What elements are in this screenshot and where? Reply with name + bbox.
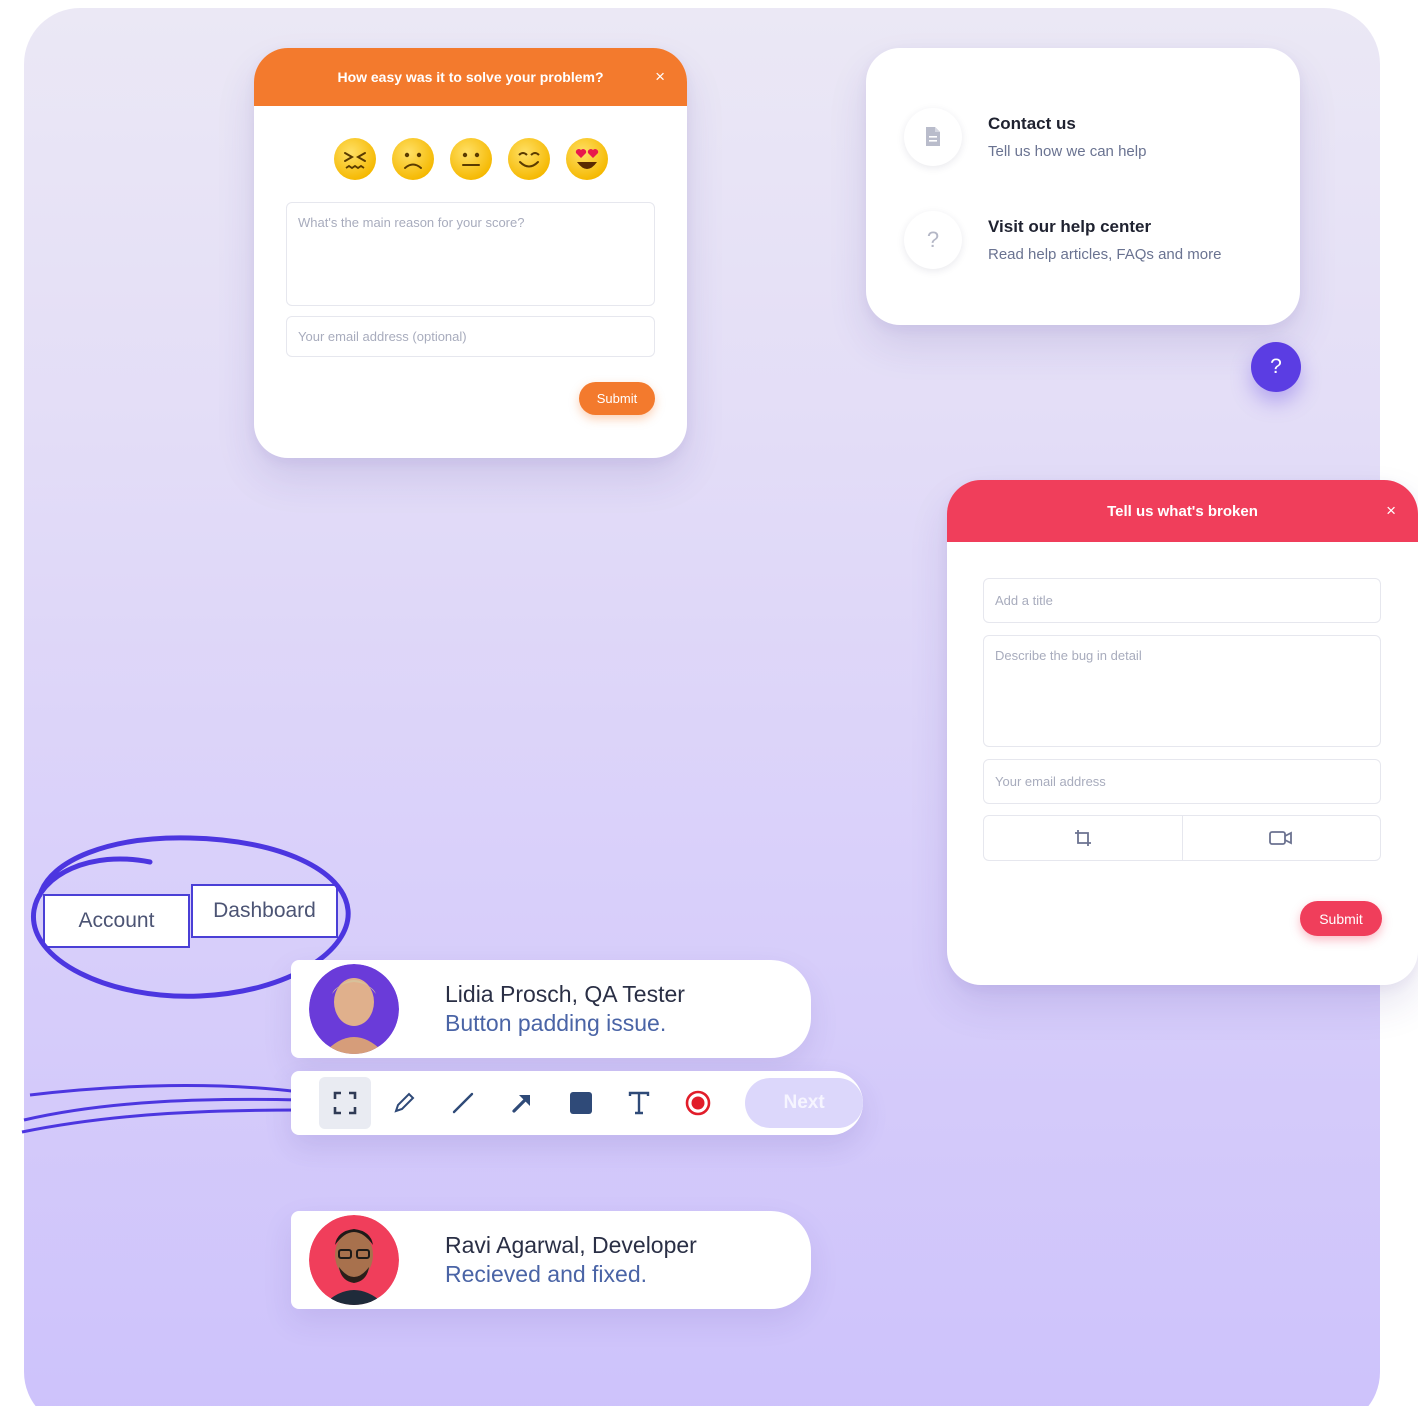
pen-icon [394,1092,415,1113]
bug-close-icon[interactable]: × [1386,501,1396,521]
emoji-rating [254,138,687,180]
rectangle-tool[interactable] [555,1077,607,1129]
next-button[interactable]: Next [745,1078,863,1128]
attachment-options [983,815,1381,861]
video-icon [1269,831,1293,845]
help-center-subtitle: Read help articles, FAQs and more [988,246,1222,263]
document-icon [904,108,962,166]
neutral-emoji[interactable] [449,138,492,180]
comment-message: Recieved and fixed. [445,1261,648,1287]
bug-report-title: Tell us what's broken [1107,502,1258,520]
comment-author: Ravi Agarwal, Developer [445,1232,697,1258]
select-area-icon [333,1091,357,1115]
optional-email-input[interactable]: Your email address (optional) [286,316,655,357]
bug-report-card: Tell us what's broken × Add a title Desc… [947,480,1418,985]
survey-close-icon[interactable]: × [655,67,665,87]
contact-us-item[interactable]: Contact us Tell us how we can help [904,108,1146,166]
happy-emoji[interactable] [507,138,550,180]
annotation-toolbar: Next [291,1071,863,1135]
survey-title: How easy was it to solve your problem? [337,69,604,85]
help-center-title: Visit our help center [988,217,1152,236]
bug-description-textarea[interactable]: Describe the bug in detail [983,635,1381,747]
avatar [309,964,399,1054]
record-icon [685,1090,711,1116]
line-tool[interactable] [437,1077,489,1129]
comment-message: Button padding issue. [445,1010,667,1036]
comment-author: Lidia Prosch, QA Tester [445,981,685,1007]
comment-card: Ravi Agarwal, Developer Recieved and fix… [291,1211,811,1309]
survey-header: How easy was it to solve your problem? × [254,48,687,106]
tab-account[interactable]: Account [43,894,190,948]
very-hard-emoji[interactable] [333,138,376,180]
contact-us-subtitle: Tell us how we can help [988,143,1147,160]
crop-icon [1074,830,1091,846]
sad-emoji[interactable] [391,138,434,180]
line-icon [452,1092,473,1114]
bug-title-input[interactable]: Add a title [983,578,1381,623]
screenshot-crop-button[interactable] [984,816,1182,860]
text-tool[interactable] [613,1077,665,1129]
bug-email-input[interactable]: Your email address [983,759,1381,804]
bug-report-header: Tell us what's broken × [947,480,1418,542]
bug-submit-button[interactable]: Submit [1300,901,1382,936]
arrow-icon [512,1095,530,1113]
reason-textarea[interactable]: What's the main reason for your score? [286,202,655,306]
text-icon [629,1091,650,1115]
select-area-tool[interactable] [319,1077,371,1129]
contact-us-title: Contact us [988,114,1076,133]
video-record-button[interactable] [1181,816,1381,860]
rectangle-icon [569,1092,592,1114]
tab-dashboard[interactable]: Dashboard [191,884,338,938]
survey-submit-button[interactable]: Submit [579,382,655,415]
pen-tool[interactable] [378,1077,430,1129]
record-tool[interactable] [672,1077,724,1129]
question-icon: ? [904,211,962,269]
help-center-item[interactable]: ? Visit our help center Read help articl… [904,211,1221,269]
help-button[interactable]: ? [1251,342,1301,392]
comment-card: Lidia Prosch, QA Tester Button padding i… [291,960,811,1058]
love-emoji[interactable] [565,138,608,180]
help-menu-card: Contact us Tell us how we can help ? Vis… [866,48,1300,325]
avatar [309,1215,399,1305]
arrow-tool[interactable] [496,1077,548,1129]
satisfaction-survey-card: How easy was it to solve your problem? ×… [254,48,687,458]
